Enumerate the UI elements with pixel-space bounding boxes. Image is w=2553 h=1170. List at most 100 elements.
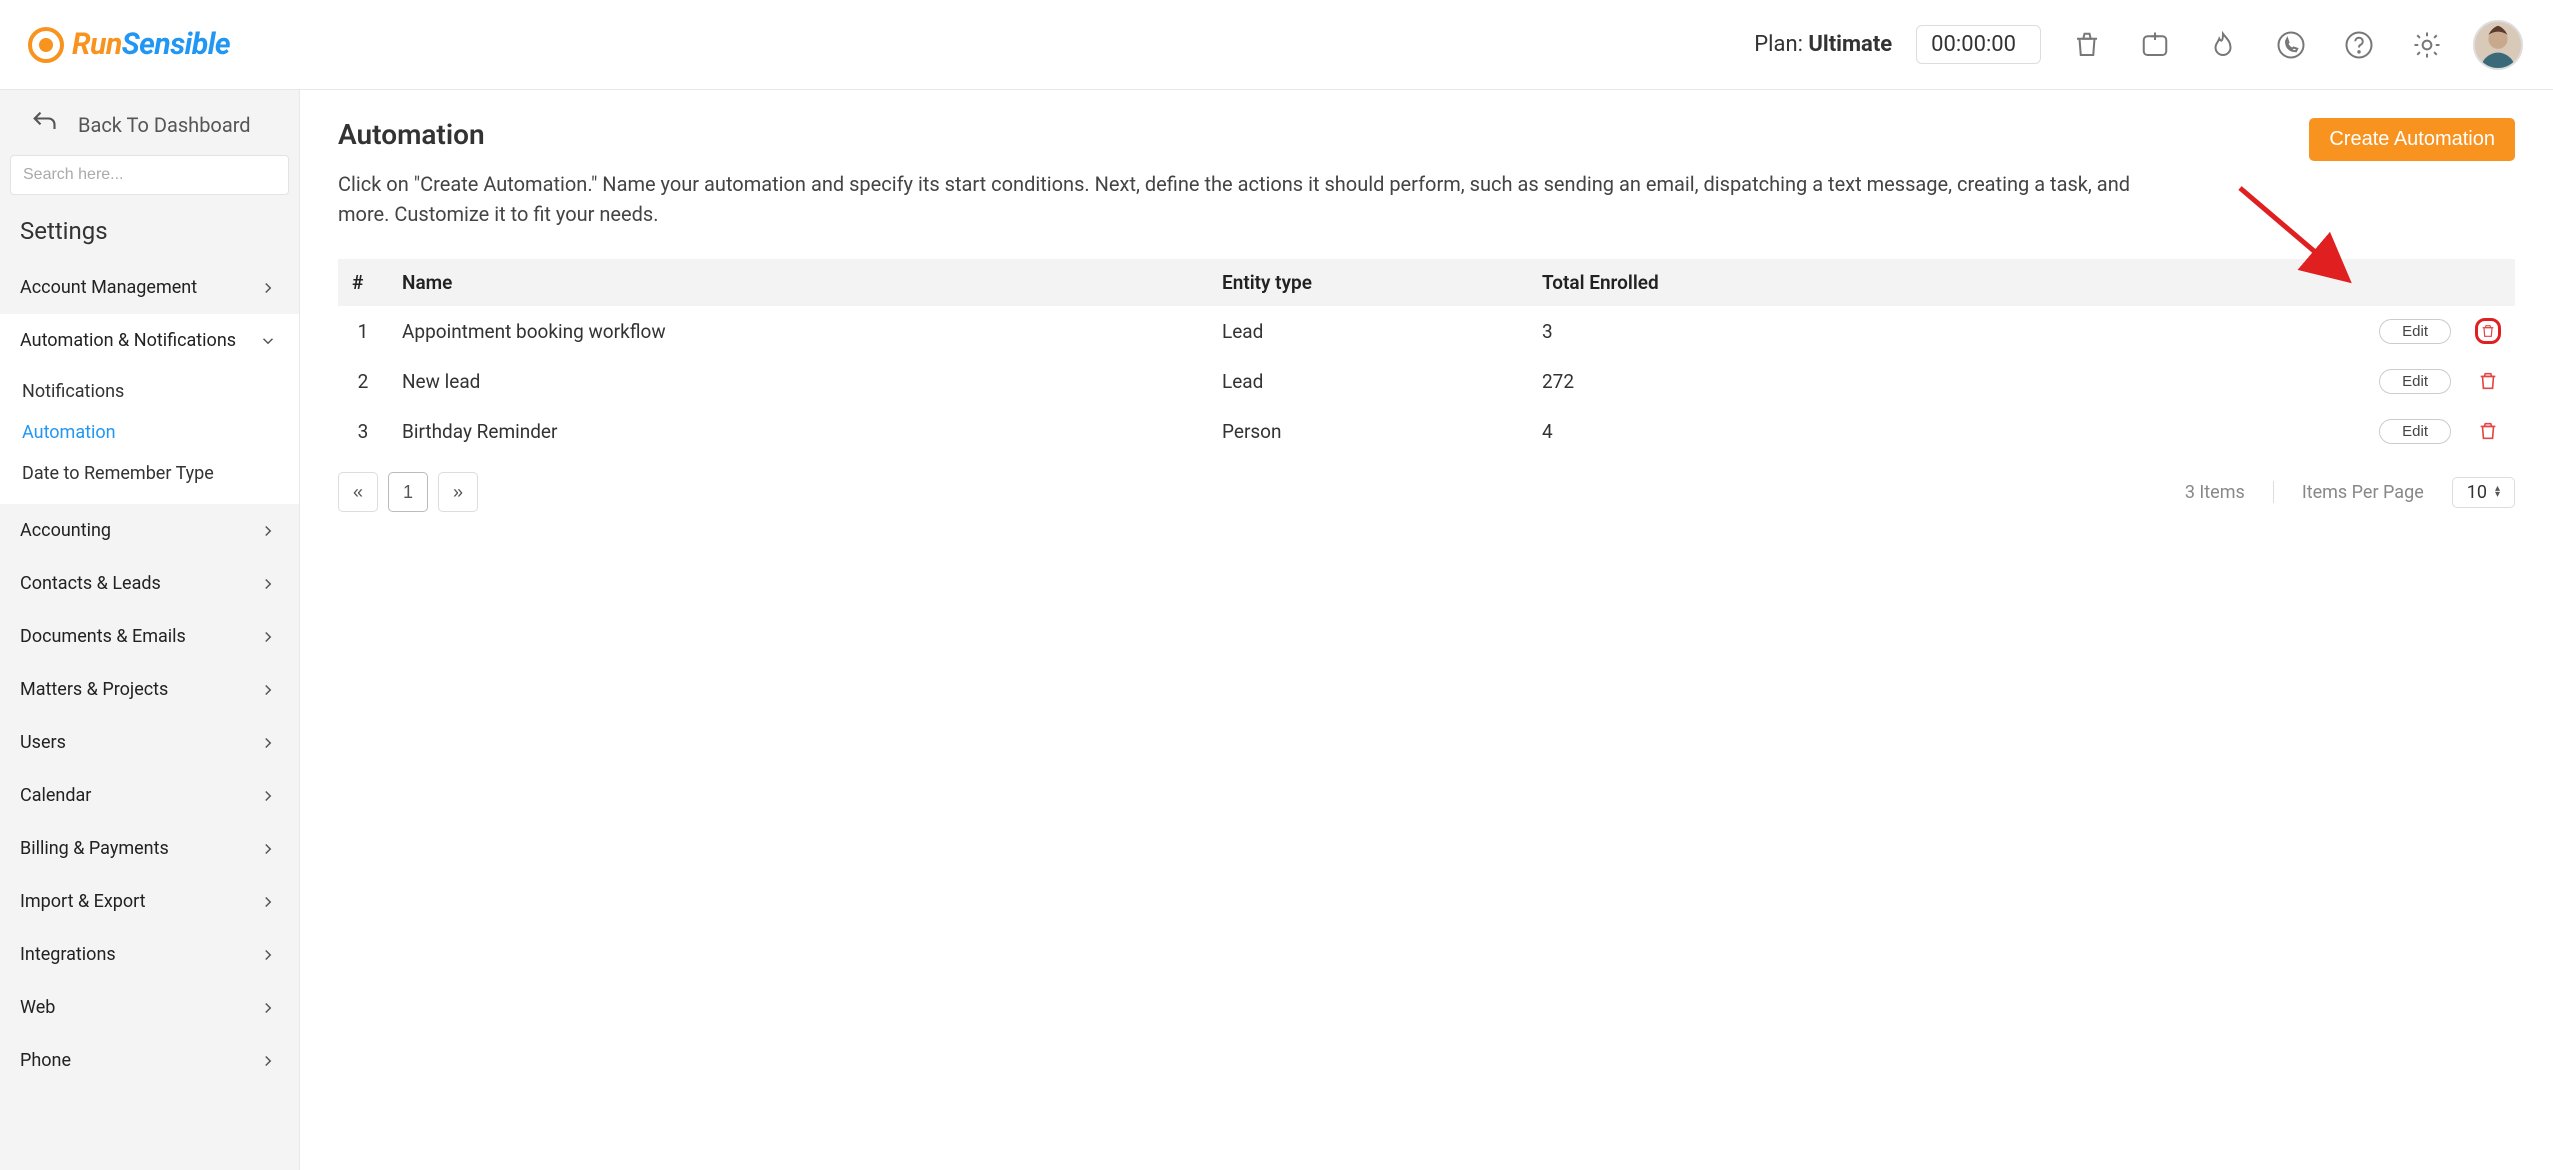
sidebar-item-label: Automation & Notifications (20, 330, 236, 351)
row-entity: Person (1208, 406, 1528, 456)
phone-icon[interactable] (2269, 23, 2313, 67)
per-page-label: Items Per Page (2302, 482, 2424, 503)
sidebar-item-label: Import & Export (20, 891, 146, 912)
page-title: Automation (338, 118, 485, 151)
gear-icon[interactable] (2405, 23, 2449, 67)
row-number: 3 (338, 406, 388, 456)
col-header-enrolled: Total Enrolled (1528, 259, 1888, 306)
sidebar-item-automation-notifications[interactable]: Automation & Notifications (0, 314, 299, 367)
sidebar-item-integrations[interactable]: Integrations (0, 928, 299, 981)
pager: « 1 » (338, 472, 478, 512)
sidebar-item-label: Documents & Emails (20, 626, 186, 647)
sidebar-item-label: Accounting (20, 520, 111, 541)
timer-widget[interactable]: 00:00:00 (1916, 25, 2041, 64)
timer-value: 00:00:00 (1931, 32, 2016, 57)
row-enrolled: 4 (1528, 406, 1888, 456)
sidebar-item-web[interactable]: Web (0, 981, 299, 1034)
sidebar-item-label: Matters & Projects (20, 679, 168, 700)
sidebar-subitem-notifications[interactable]: Notifications (0, 371, 299, 412)
row-entity: Lead (1208, 306, 1528, 356)
settings-title: Settings (0, 209, 299, 261)
per-page-value: 10 (2467, 482, 2487, 503)
sidebar-item-label: Users (20, 732, 66, 753)
sidebar-item-label: Integrations (20, 944, 116, 965)
sidebar-item-phone[interactable]: Phone (0, 1034, 299, 1087)
pager-page-1[interactable]: 1 (388, 472, 428, 512)
table-row: 3Birthday ReminderPerson4 Edit (338, 406, 2515, 456)
page-description: Click on "Create Automation." Name your … (338, 169, 2138, 229)
sidebar-item-label: Billing & Payments (20, 838, 169, 859)
automation-table: # Name Entity type Total Enrolled 1Appoi… (338, 259, 2515, 456)
edit-button[interactable]: Edit (2379, 319, 2451, 344)
sidebar-subitem-date-to-remember-type[interactable]: Date to Remember Type (0, 453, 299, 494)
sidebar-item-contacts-leads[interactable]: Contacts & Leads (0, 557, 299, 610)
pager-next[interactable]: » (438, 472, 478, 512)
sidebar-item-users[interactable]: Users (0, 716, 299, 769)
chevron-right-icon (259, 575, 277, 593)
add-tab-icon[interactable] (2133, 23, 2177, 67)
sidebar-item-billing-payments[interactable]: Billing & Payments (0, 822, 299, 875)
create-automation-button[interactable]: Create Automation (2309, 118, 2515, 161)
help-icon[interactable] (2337, 23, 2381, 67)
avatar[interactable] (2473, 20, 2523, 70)
footer-divider (2273, 481, 2274, 503)
topbar-right: Plan: Ultimate 00:00:00 (1754, 20, 2523, 70)
sidebar-item-accounting[interactable]: Accounting (0, 504, 299, 557)
per-page-select[interactable]: 10 ▴▾ (2452, 477, 2515, 508)
plan-label: Plan: Ultimate (1754, 32, 1892, 57)
delete-button[interactable] (2475, 418, 2501, 444)
chevron-right-icon (259, 279, 277, 297)
edit-button[interactable]: Edit (2379, 369, 2451, 394)
sidebar-item-label: Calendar (20, 785, 91, 806)
search-input[interactable] (10, 155, 289, 195)
row-name: Birthday Reminder (388, 406, 1208, 456)
delete-button[interactable] (2475, 368, 2501, 394)
row-entity: Lead (1208, 356, 1528, 406)
row-number: 1 (338, 306, 388, 356)
chevron-right-icon (259, 999, 277, 1017)
chevron-right-icon (259, 787, 277, 805)
chevron-right-icon (259, 681, 277, 699)
sidebar-item-account-management[interactable]: Account Management (0, 261, 299, 314)
flame-icon[interactable] (2201, 23, 2245, 67)
logo-mark-icon (28, 27, 64, 63)
chevron-right-icon (259, 840, 277, 858)
app-logo[interactable]: RunSensible (28, 27, 230, 63)
row-name: Appointment booking workflow (388, 306, 1208, 356)
row-enrolled: 272 (1528, 356, 1888, 406)
trash-header-icon[interactable] (2065, 23, 2109, 67)
row-enrolled: 3 (1528, 306, 1888, 356)
edit-button[interactable]: Edit (2379, 419, 2451, 444)
col-header-entity: Entity type (1208, 259, 1528, 306)
table-row: 1Appointment booking workflowLead3 Edit (338, 306, 2515, 356)
chevron-right-icon (259, 628, 277, 646)
sidebar-item-label: Web (20, 997, 55, 1018)
chevron-right-icon (259, 1052, 277, 1070)
sidebar-item-label: Contacts & Leads (20, 573, 161, 594)
col-header-name: Name (388, 259, 1208, 306)
chevron-right-icon (259, 893, 277, 911)
sidebar-item-documents-emails[interactable]: Documents & Emails (0, 610, 299, 663)
items-count-label: 3 Items (2185, 482, 2245, 503)
row-number: 2 (338, 356, 388, 406)
col-header-number: # (338, 259, 388, 306)
pager-prev[interactable]: « (338, 472, 378, 512)
delete-button[interactable] (2475, 318, 2501, 344)
sidebar-subitem-automation[interactable]: Automation (0, 412, 299, 453)
chevron-down-icon (259, 332, 277, 350)
sort-icon: ▴▾ (2495, 486, 2500, 498)
sidebar-item-matters-projects[interactable]: Matters & Projects (0, 663, 299, 716)
chevron-right-icon (259, 734, 277, 752)
sidebar-item-label: Phone (20, 1050, 71, 1071)
back-arrow-icon (30, 108, 58, 141)
table-row: 2New leadLead272 Edit (338, 356, 2515, 406)
row-name: New lead (388, 356, 1208, 406)
sidebar-item-calendar[interactable]: Calendar (0, 769, 299, 822)
sidebar: Back To Dashboard Settings Account Manag… (0, 90, 300, 1170)
chevron-right-icon (259, 522, 277, 540)
sidebar-item-import-export[interactable]: Import & Export (0, 875, 299, 928)
back-to-dashboard[interactable]: Back To Dashboard (0, 90, 299, 155)
col-header-actions (1888, 259, 2515, 306)
sidebar-item-label: Account Management (20, 277, 197, 298)
main-content: Automation Create Automation Click on "C… (300, 90, 2553, 1170)
